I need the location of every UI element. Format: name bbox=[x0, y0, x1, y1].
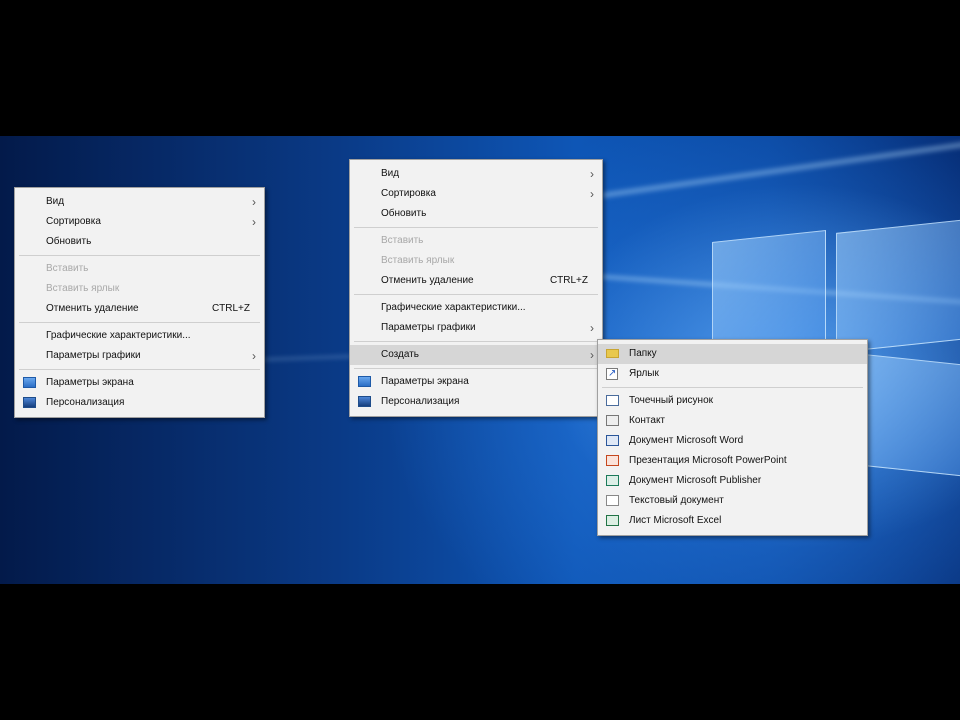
menu-item-label: Отменить удаление bbox=[46, 303, 139, 314]
menu-item[interactable]: Вид › bbox=[350, 164, 602, 184]
menu-item-label: Вид bbox=[381, 168, 400, 179]
menu-item-label: Ярлык bbox=[629, 368, 659, 379]
menu-item-label: Вставить bbox=[381, 235, 424, 246]
display-settings-icon bbox=[358, 376, 371, 387]
chevron-right-icon: › bbox=[252, 195, 256, 209]
menu-item-label: Обновить bbox=[46, 236, 92, 247]
menu-item[interactable]: Папку bbox=[598, 344, 867, 364]
menu-separator bbox=[19, 322, 260, 323]
menu-item[interactable]: Персонализация bbox=[15, 393, 264, 413]
personalization-icon bbox=[23, 397, 36, 408]
menu-item[interactable]: Создать › bbox=[350, 345, 602, 365]
contact-icon bbox=[606, 415, 619, 426]
personalization-icon bbox=[358, 396, 371, 407]
menu-item[interactable]: Сортировка › bbox=[15, 212, 264, 232]
menu-item-label: Персонализация bbox=[46, 397, 125, 408]
menu-item-label: Текстовый документ bbox=[629, 495, 724, 506]
shortcut-icon bbox=[606, 364, 618, 384]
menu-item[interactable]: Параметры экрана bbox=[350, 372, 602, 392]
menu-item-label: Графические характеристики... bbox=[46, 330, 191, 341]
menu-item-label: Документ Microsoft Publisher bbox=[629, 475, 762, 486]
menu-item[interactable]: Параметры экрана bbox=[15, 373, 264, 393]
menu-item: Вставить ярлык bbox=[15, 279, 264, 299]
menu-separator bbox=[354, 341, 598, 342]
menu-item[interactable]: Документ Microsoft Publisher bbox=[598, 471, 867, 491]
menu-separator bbox=[602, 387, 863, 388]
menu-item[interactable]: Графические характеристики... bbox=[350, 298, 602, 318]
windows-logo-pane bbox=[836, 219, 960, 353]
menu-separator bbox=[354, 227, 598, 228]
submenu-create: Папку Ярлык Точечный рисунок Контакт Докумен… bbox=[597, 339, 868, 536]
menu-item-label: Сортировка bbox=[46, 216, 101, 227]
menu-item[interactable]: Параметры графики › bbox=[350, 318, 602, 338]
word-icon bbox=[606, 435, 619, 446]
context-menu-desktop: Вид › Сортировка › Обновить Вставить Вставить … bbox=[14, 187, 265, 418]
menu-item[interactable]: Презентация Microsoft PowerPoint bbox=[598, 451, 867, 471]
menu-item[interactable]: Лист Microsoft Excel bbox=[598, 511, 867, 531]
menu-item[interactable]: Персонализация bbox=[350, 392, 602, 412]
powerpoint-icon bbox=[606, 455, 619, 466]
menu-item[interactable]: Графические характеристики... bbox=[15, 326, 264, 346]
chevron-right-icon: › bbox=[252, 215, 256, 229]
menu-item-label: Отменить удаление bbox=[381, 275, 474, 286]
menu-item-label: Документ Microsoft Word bbox=[629, 435, 744, 446]
menu-item-label: Презентация Microsoft PowerPoint bbox=[629, 455, 787, 466]
menu-item-label: Вид bbox=[46, 196, 65, 207]
menu-item-shortcut: CTRL+Z bbox=[549, 275, 588, 286]
menu-item-label: Параметры графики bbox=[381, 322, 476, 333]
menu-item-label: Сортировка bbox=[381, 188, 436, 199]
display-settings-icon bbox=[23, 377, 36, 388]
menu-item-label: Графические характеристики... bbox=[381, 302, 526, 313]
context-menu-desktop-create-open: Вид › Сортировка › Обновить Вставить Вставить … bbox=[349, 159, 603, 417]
chevron-right-icon: › bbox=[590, 187, 594, 201]
excel-icon bbox=[606, 515, 619, 526]
menu-item[interactable]: Текстовый документ bbox=[598, 491, 867, 511]
menu-item-shortcut: CTRL+Z bbox=[211, 303, 250, 314]
menu-item[interactable]: Контакт bbox=[598, 411, 867, 431]
menu-item[interactable]: Отменить удаление CTRL+Z bbox=[350, 271, 602, 291]
menu-item-label: Контакт bbox=[629, 415, 666, 426]
menu-item[interactable]: Ярлык bbox=[598, 364, 867, 384]
menu-item-label: Параметры экрана bbox=[46, 377, 134, 388]
publisher-icon bbox=[606, 475, 619, 486]
menu-item-label: Вставить ярлык bbox=[381, 255, 455, 266]
menu-item[interactable]: Параметры графики › bbox=[15, 346, 264, 366]
chevron-right-icon: › bbox=[590, 167, 594, 181]
menu-item[interactable]: Точечный рисунок bbox=[598, 391, 867, 411]
menu-item-label: Папку bbox=[629, 348, 657, 359]
menu-item[interactable]: Отменить удаление CTRL+Z bbox=[15, 299, 264, 319]
menu-item-label: Точечный рисунок bbox=[629, 395, 713, 406]
menu-item-label: Параметры экрана bbox=[381, 376, 469, 387]
menu-item[interactable]: Вид › bbox=[15, 192, 264, 212]
menu-item-label: Персонализация bbox=[381, 396, 460, 407]
menu-item-label: Создать bbox=[381, 349, 420, 360]
chevron-right-icon: › bbox=[590, 348, 594, 362]
menu-item-label: Параметры графики bbox=[46, 350, 141, 361]
chevron-right-icon: › bbox=[590, 321, 594, 335]
menu-item: Вставить bbox=[350, 231, 602, 251]
windows-logo-pane bbox=[712, 230, 826, 352]
menu-item[interactable]: Обновить bbox=[350, 204, 602, 224]
menu-separator bbox=[354, 294, 598, 295]
menu-separator bbox=[19, 369, 260, 370]
menu-separator bbox=[19, 255, 260, 256]
text-document-icon bbox=[606, 495, 619, 506]
menu-item-label: Обновить bbox=[381, 208, 427, 219]
menu-item: Вставить ярлык bbox=[350, 251, 602, 271]
menu-item[interactable]: Документ Microsoft Word bbox=[598, 431, 867, 451]
folder-icon bbox=[606, 349, 619, 358]
light-beam bbox=[601, 139, 960, 199]
menu-item[interactable]: Обновить bbox=[15, 232, 264, 252]
chevron-right-icon: › bbox=[252, 349, 256, 363]
menu-separator bbox=[354, 368, 598, 369]
menu-item-label: Лист Microsoft Excel bbox=[629, 515, 722, 526]
bitmap-icon bbox=[606, 395, 619, 406]
menu-item: Вставить bbox=[15, 259, 264, 279]
menu-item-label: Вставить ярлык bbox=[46, 283, 120, 294]
menu-item[interactable]: Сортировка › bbox=[350, 184, 602, 204]
menu-item-label: Вставить bbox=[46, 263, 89, 274]
